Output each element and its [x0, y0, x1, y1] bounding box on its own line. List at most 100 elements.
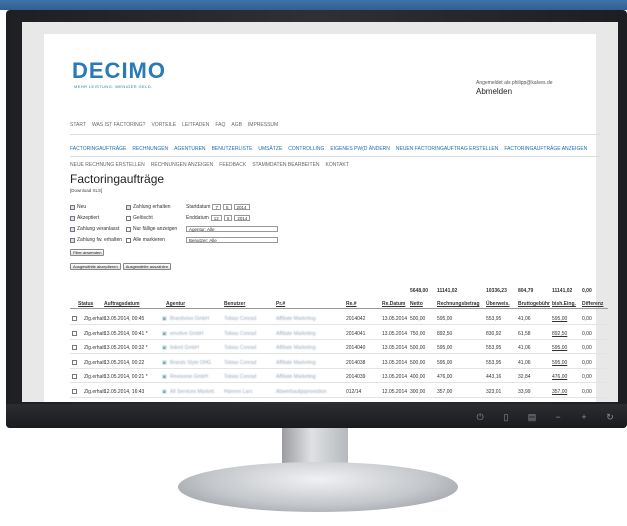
- startdatum-year-select[interactable]: 2014: [233, 204, 250, 210]
- nav-stammdaten[interactable]: STAMMDATEN BEARBEITEN: [252, 162, 319, 168]
- col-rechnungsbetrag[interactable]: Rechnungsbetrag: [437, 301, 480, 307]
- col-bruttogebuehr[interactable]: Bruttogebühr: [518, 301, 550, 307]
- filter-apply-button[interactable]: Filter anwenden: [70, 249, 105, 256]
- col-pr[interactable]: Pr.#: [276, 301, 285, 307]
- enddatum-year-select[interactable]: 2014: [234, 215, 251, 221]
- enddatum-day-select[interactable]: 12: [210, 215, 222, 221]
- cell-pr: Abwerbaufgsprovistion: [276, 388, 327, 395]
- accept-selected-button[interactable]: Ausgewählte akzeptieren: [70, 263, 121, 270]
- nav-feedback[interactable]: FEEDBACK: [219, 162, 246, 168]
- checkbox[interactable]: [126, 215, 131, 221]
- nav-item-leitfaden[interactable]: LEITFADEN: [182, 122, 209, 128]
- col-ueberweisung[interactable]: Überweis.: [486, 301, 510, 307]
- sum-differenz: 0,00: [582, 288, 592, 294]
- cell-re: 2014042: [346, 316, 366, 322]
- monitor-bezel-bottom: ⏻ ▯ ▤ − + ↻: [6, 404, 627, 428]
- enddatum-row: Enddatum 12 5 2014: [186, 215, 251, 221]
- table-row[interactable]: Zlg.erhalt 13.05.2014, 00:21 * Revisome Gm…: [70, 370, 608, 383]
- row-checkbox[interactable]: [72, 316, 77, 321]
- cell-eing[interactable]: 892,50: [552, 331, 567, 337]
- row-checkbox[interactable]: [72, 374, 77, 379]
- row-checkbox[interactable]: [72, 330, 77, 336]
- nav-neuer-auftrag[interactable]: NEUEN FACTORINGAUFTRAG ERSTELLEN: [396, 146, 498, 152]
- filter-zahlung-erhalten[interactable]: Zahlung erhalten: [126, 204, 171, 210]
- filter-alle-markieren[interactable]: Alle markieren: [126, 237, 165, 243]
- row-checkbox[interactable]: [72, 359, 77, 365]
- logo[interactable]: DECIMO: [72, 58, 166, 84]
- minus-icon[interactable]: −: [551, 410, 565, 424]
- startdatum-day-select[interactable]: 7: [212, 204, 221, 210]
- nav-item-faq[interactable]: FAQ: [215, 122, 225, 128]
- checkbox[interactable]: [126, 204, 131, 210]
- benutzer-select[interactable]: Benutzer: Alle: [186, 237, 278, 243]
- table-row[interactable]: Zlg.erhalt12.05.2014, 14:36 *All Service…: [70, 399, 608, 402]
- col-netto[interactable]: Netto: [410, 301, 423, 307]
- input-icon[interactable]: ↻: [603, 410, 617, 424]
- nav-item-agb[interactable]: AGB: [231, 122, 242, 128]
- table-row[interactable]: Zlg.erhalt 13.05.2014, 00:45 Brandvisio Gm…: [70, 312, 608, 325]
- table-row[interactable]: Zlg.erhalt 12.05.2014, 16:43 All Services …: [70, 385, 608, 398]
- download-xls-link[interactable]: [Download XLS]: [70, 188, 102, 193]
- pay-selected-button[interactable]: Ausgewählte auszahlen: [122, 263, 171, 270]
- filter-zahlung-veranlasst[interactable]: Zahlung veranlasst: [70, 226, 119, 232]
- cell-eing[interactable]: 595,00: [552, 360, 567, 366]
- nav-item-impressum[interactable]: IMPRESSUM: [248, 122, 278, 128]
- nav-controlling[interactable]: CONTROLLING: [288, 146, 324, 152]
- agentur-select[interactable]: Agentur: Alle: [186, 226, 278, 232]
- checkbox[interactable]: [70, 237, 75, 243]
- row-checkbox[interactable]: [72, 345, 77, 350]
- col-re[interactable]: Re.#: [346, 301, 357, 307]
- table-row[interactable]: Zlg.erhalt 13.05.2014, 00:22 Brands Style …: [70, 356, 608, 369]
- filter-akzeptiert[interactable]: Akzeptiert: [70, 215, 99, 221]
- menu-icon[interactable]: ▯: [499, 410, 513, 424]
- cell-eing[interactable]: 595,00: [552, 316, 567, 322]
- col-benutzer[interactable]: Benutzer: [224, 301, 245, 307]
- nav-item-vorteile[interactable]: VORTEILE: [151, 122, 176, 128]
- filter-zahlung-fw[interactable]: Zahlung fw. erhalten: [70, 237, 122, 243]
- row-checkbox[interactable]: [72, 388, 77, 394]
- nav-neue-rechnung[interactable]: NEUE RECHNUNG ERSTELLEN: [70, 162, 145, 168]
- enddatum-month-select[interactable]: 5: [223, 215, 233, 221]
- nav-passwort-aendern[interactable]: EIGENES PW(D ÄNDERN: [330, 146, 389, 152]
- nav-agenturen[interactable]: AGENTUREN: [174, 146, 205, 152]
- checkbox[interactable]: [70, 204, 75, 210]
- cell-netto: 500,00: [410, 316, 426, 322]
- top-bar: [0, 0, 627, 10]
- cell-eing[interactable]: 476,00: [552, 374, 567, 380]
- cell-betrag: 595,00: [437, 345, 453, 351]
- nav-item-start[interactable]: START: [70, 122, 86, 128]
- cell-brutto: 41,06: [518, 345, 531, 351]
- startdatum-month-select[interactable]: 5: [222, 204, 232, 210]
- agency-logo-icon: ▣: [162, 330, 167, 337]
- col-differenz[interactable]: Differenz: [582, 301, 603, 307]
- checkbox[interactable]: [126, 226, 131, 232]
- table-row[interactable]: Zlg.erhalt 13.05.2014, 00:32 * linked GmbH…: [70, 341, 608, 354]
- col-auftragsdatum[interactable]: Auftragsdatum: [104, 301, 140, 307]
- nav-rechnungen-anzeigen[interactable]: RECHNUNGEN ANZEIGEN: [151, 162, 214, 168]
- cell-eing[interactable]: 357,00: [552, 389, 567, 395]
- table-row[interactable]: Zlg.erhalt 13.05.2014, 00:41 * emotive Gmb…: [70, 327, 608, 340]
- nav-kontakt[interactable]: KONTAKT: [326, 162, 349, 168]
- checkbox[interactable]: [70, 215, 75, 221]
- nav-auftraege-anzeigen[interactable]: FACTORINGAUFTRÄGE ANZEIGEN: [504, 146, 587, 152]
- cell-re: 2014039: [346, 374, 366, 380]
- col-status[interactable]: Status: [78, 301, 93, 307]
- filter-neu[interactable]: Neu: [70, 204, 86, 210]
- nav-rechnungen[interactable]: RECHNUNGEN: [132, 146, 168, 152]
- checkbox[interactable]: [70, 226, 75, 232]
- filter-geloescht[interactable]: Gelöscht: [126, 215, 153, 221]
- filter-nur-faellige[interactable]: Nur fällige anzeigen: [126, 226, 177, 232]
- logout-link[interactable]: Abmelden: [476, 87, 576, 96]
- nav-umsaetze[interactable]: UMSÄTZE: [258, 146, 282, 152]
- nav-item-factoring[interactable]: WAS IST FACTORING?: [92, 122, 146, 128]
- nav-benutzerliste[interactable]: BENUTZERLISTE: [212, 146, 253, 152]
- cell-eing[interactable]: 595,00: [552, 345, 567, 351]
- nav-factoringauftraege[interactable]: FACTORINGAUFTRÄGE: [70, 146, 126, 152]
- power-icon[interactable]: ⏻: [473, 410, 487, 424]
- checkbox[interactable]: [126, 237, 131, 243]
- source-icon[interactable]: ▤: [525, 410, 539, 424]
- plus-icon[interactable]: +: [577, 410, 591, 424]
- cell-re: 2014041: [346, 330, 366, 337]
- col-agentur[interactable]: Agentur: [166, 301, 185, 307]
- col-redatum[interactable]: Re.Datum: [382, 301, 405, 307]
